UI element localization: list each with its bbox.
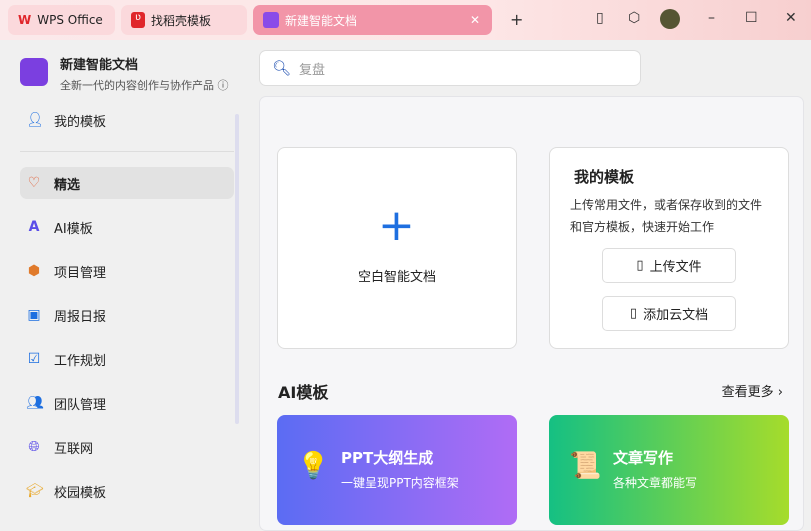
sidebar-item-reports[interactable]: ▣ 周报日报 <box>20 299 234 331</box>
label: 添加云文档 <box>643 308 709 323</box>
card-subtitle: 一键呈现PPT内容框架 <box>341 476 459 490</box>
label: 查看更多 <box>721 385 774 400</box>
label: 互联网 <box>54 441 94 457</box>
maximize-button[interactable]: ☐ <box>745 10 758 26</box>
search-icon: 🔍︎ <box>272 59 292 77</box>
sidebar-item-my-templates[interactable]: 👤︎ 我的模板 <box>20 104 234 136</box>
cube-icon[interactable]: ⬡ <box>628 10 640 26</box>
scroll-icon: 📜 <box>569 451 602 481</box>
plus-icon: + <box>378 200 415 251</box>
card-title: 文章写作 <box>613 449 674 467</box>
cloud-doc-icon: ▯ <box>629 306 638 321</box>
label: 周报日报 <box>54 309 107 325</box>
sidebar-item-featured[interactable]: ♡ 精选 <box>20 167 234 199</box>
label: 精选 <box>54 177 81 193</box>
ai-card-article-writing[interactable]: 📜 文章写作各种文章都能写 <box>549 415 789 525</box>
team-icon: 👥︎ <box>26 395 44 411</box>
close-window-button[interactable]: ✕ <box>785 10 797 26</box>
close-tab-icon[interactable]: ✕ <box>470 13 480 27</box>
label: 团队管理 <box>54 397 107 413</box>
file-icon: ▯ <box>636 258 644 273</box>
avatar[interactable] <box>660 9 680 29</box>
card-title: PPT大纲生成 <box>341 449 434 467</box>
window-switch-icon[interactable]: ▯ <box>596 10 604 26</box>
ai-card-ppt-outline[interactable]: 💡 PPT大纲生成一键呈现PPT内容框架 <box>277 415 517 525</box>
add-cloud-doc-button[interactable]: ▯ 添加云文档 <box>602 296 736 331</box>
smart-doc-app-icon <box>20 58 48 86</box>
blank-doc-label: 空白智能文档 <box>357 270 436 285</box>
label: AI模板 <box>54 221 93 237</box>
label: 我的模板 <box>54 114 107 130</box>
upload-file-button[interactable]: ▯ 上传文件 <box>602 248 736 283</box>
my-templates-desc: 上传常用文件，或者保存收到的文件和官方模板，快速开始工作 <box>570 198 763 234</box>
tab-new-smart-doc[interactable]: 新建智能文档 ✕ <box>253 5 492 35</box>
new-tab-button[interactable]: + <box>510 10 523 29</box>
search-placeholder: 复盘 <box>299 62 326 78</box>
sidebar-item-ai-templates[interactable]: A AI模板 <box>20 211 234 243</box>
sidebar-item-campus[interactable]: 🎓︎ 校园模板 <box>20 475 234 507</box>
label: 上传文件 <box>649 260 702 275</box>
app-subtitle: 全新一代的内容创作与协作产品 ⓘ <box>60 77 229 93</box>
wps-logo-icon: W <box>18 13 32 27</box>
divider <box>20 151 234 152</box>
diamond-icon: ♡ <box>27 175 41 191</box>
user-icon: 👤︎ <box>26 112 44 128</box>
blank-smart-doc-card[interactable]: + 空白智能文档 <box>277 147 517 349</box>
sidebar-item-internet[interactable]: 🌐︎ 互联网 <box>20 431 234 463</box>
smart-doc-icon <box>263 12 279 28</box>
graduation-cap-icon: 🎓︎ <box>26 483 44 499</box>
globe-icon: 🌐︎ <box>28 439 40 455</box>
title-bar: W WPS Office ʋ 找稻壳模板 新建智能文档 ✕ + ▯ ⬡ – ☐ ✕ <box>0 0 811 40</box>
tab-wps-office[interactable]: W WPS Office <box>8 5 115 35</box>
app-title: 新建智能文档 <box>60 58 139 73</box>
sidebar-item-project-management[interactable]: ⬢ 项目管理 <box>20 255 234 287</box>
main-panel: + 空白智能文档 我的模板 上传常用文件，或者保存收到的文件和官方模板，快速开始… <box>259 96 804 531</box>
sidebar-scrollbar[interactable] <box>235 114 239 424</box>
calendar-icon: ▣ <box>27 307 41 323</box>
lightbulb-icon: 💡 <box>297 451 330 481</box>
label: 项目管理 <box>54 265 107 281</box>
label: 工作规划 <box>54 353 107 369</box>
search-input[interactable]: 🔍︎ 复盘 <box>259 50 641 86</box>
label: 校园模板 <box>54 485 107 501</box>
see-more-link[interactable]: 查看更多 › <box>722 381 783 400</box>
box-icon: ⬢ <box>27 263 41 279</box>
ai-logo-icon: A <box>28 219 40 235</box>
minimize-button[interactable]: – <box>708 10 715 26</box>
subtitle-text: 全新一代的内容创作与协作产品 <box>60 79 214 92</box>
my-templates-card: 我的模板 上传常用文件，或者保存收到的文件和官方模板，快速开始工作 ▯ 上传文件 … <box>549 147 789 349</box>
card-subtitle: 各种文章都能写 <box>613 476 698 490</box>
clipboard-check-icon: ☑ <box>27 351 41 367</box>
sidebar-item-work-planning[interactable]: ☑ 工作规划 <box>20 343 234 375</box>
ai-section-title: AI模板 <box>278 383 329 402</box>
info-icon[interactable]: ⓘ <box>218 79 229 92</box>
docer-logo-icon: ʋ <box>131 12 145 28</box>
tab-docer[interactable]: ʋ 找稻壳模板 <box>121 5 247 35</box>
my-templates-title: 我的模板 <box>574 168 635 186</box>
sidebar-item-team-management[interactable]: 👥︎ 团队管理 <box>20 387 234 419</box>
